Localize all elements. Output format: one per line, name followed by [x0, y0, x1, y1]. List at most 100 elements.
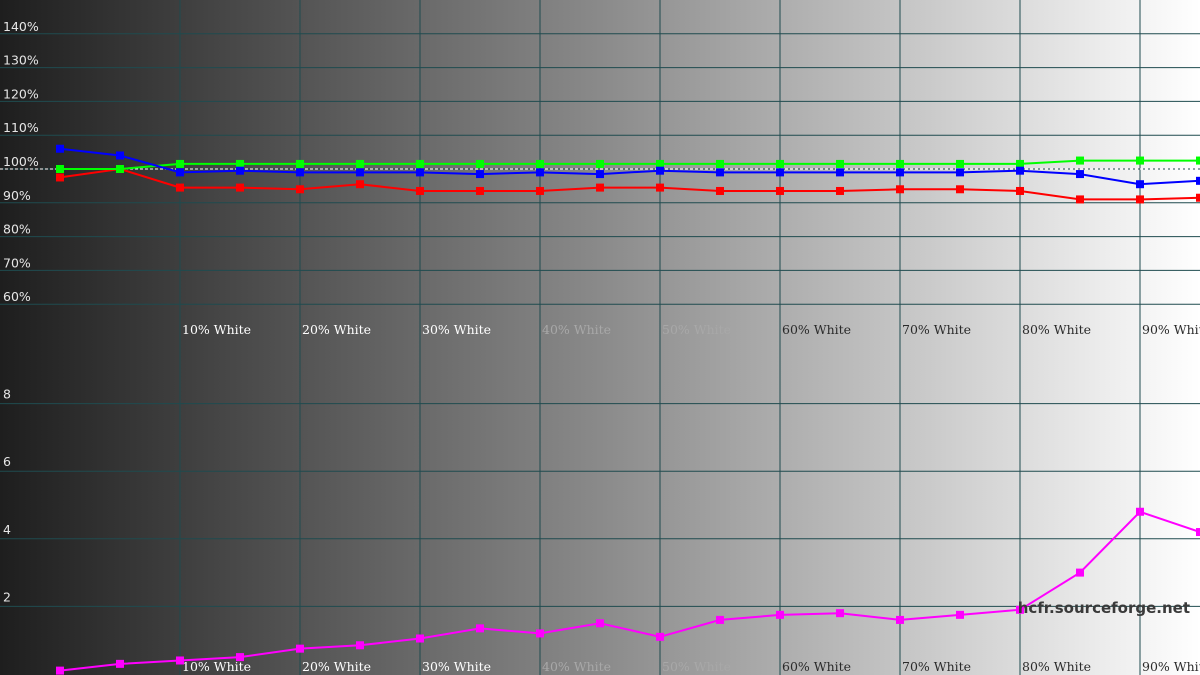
x-tick-label: 80% White [1022, 322, 1091, 337]
data-point-magenta [536, 629, 544, 638]
data-point-green [56, 165, 64, 173]
data-point-green [416, 159, 424, 168]
x-tick-label: 80% White [1022, 659, 1091, 674]
y-tick-label: 90% [3, 188, 31, 203]
x-tick-label: 40% White [542, 659, 611, 674]
data-point-magenta [176, 656, 184, 665]
data-point-blue [236, 166, 244, 175]
chart-svg: 60% 70% 80% 90% 100% 110% 120% 130% 140% 10% Whit… [0, 0, 1200, 675]
x-tick-label: 30% White [422, 659, 491, 674]
y-tick-label: 80% [3, 222, 31, 237]
data-point-red [836, 186, 844, 195]
y-tick-label: 6 [3, 454, 11, 469]
x-tick-label: 90% White [1142, 322, 1200, 337]
y-tick-label: 4 [3, 522, 11, 537]
data-point-magenta [596, 619, 604, 628]
data-point-red [476, 186, 484, 195]
x-tick-label: 60% White [782, 659, 851, 674]
data-point-red [236, 183, 244, 192]
data-point-blue [116, 151, 124, 160]
data-point-red [176, 183, 184, 192]
data-point-green [536, 159, 544, 168]
data-point-blue [776, 168, 784, 177]
y-tick-label: 140% [3, 19, 39, 34]
data-point-red [1136, 195, 1144, 204]
x-tick-label: 40% White [542, 322, 611, 337]
data-point-green [476, 159, 484, 168]
data-point-green [716, 159, 724, 168]
x-tick-label: 20% White [302, 659, 371, 674]
data-point-red [536, 186, 544, 195]
data-point-magenta [236, 653, 244, 662]
data-point-red [956, 185, 964, 194]
y-tick-label: 60% [3, 289, 31, 304]
data-point-magenta [296, 644, 304, 653]
data-point-green [116, 165, 124, 173]
x-tick-label: 20% White [302, 322, 371, 337]
data-point-blue [1136, 180, 1144, 189]
data-point-green [1196, 156, 1200, 165]
data-point-magenta [776, 610, 784, 619]
x-tick-label: 30% White [422, 322, 491, 337]
data-point-red [1196, 193, 1200, 202]
watermark-text: hcfr.sourceforge.net [1018, 599, 1190, 617]
data-point-green [176, 159, 184, 168]
data-point-blue [416, 168, 424, 177]
data-point-blue [1016, 166, 1024, 175]
data-point-blue [536, 168, 544, 177]
data-point-blue [836, 168, 844, 177]
y-tick-label: 2 [3, 589, 11, 604]
data-point-magenta [896, 615, 904, 624]
y-tick-label: 110% [3, 120, 39, 135]
data-point-green [1136, 156, 1144, 165]
data-point-green [836, 159, 844, 168]
data-point-blue [1196, 176, 1200, 185]
data-point-blue [956, 168, 964, 177]
data-point-magenta [956, 610, 964, 619]
x-tick-label: 70% White [902, 659, 971, 674]
data-point-green [1076, 156, 1084, 165]
data-point-green [956, 159, 964, 168]
data-point-magenta [1136, 507, 1144, 516]
x-tick-label: 70% White [902, 322, 971, 337]
data-point-magenta [1076, 568, 1084, 577]
y-tick-label: 8 [3, 387, 11, 402]
data-point-red [416, 186, 424, 195]
data-point-blue [356, 168, 364, 177]
data-point-red [356, 180, 364, 189]
gray-scale-chart: 60% 70% 80% 90% 100% 110% 120% 130% 140% 10% Whit… [0, 0, 1200, 675]
data-point-red [1076, 195, 1084, 204]
data-point-red [596, 183, 604, 192]
x-tick-label: 10% White [182, 322, 251, 337]
data-point-red [896, 185, 904, 194]
x-tick-label: 50% White [662, 322, 731, 337]
data-point-magenta [716, 615, 724, 624]
x-tick-label: 50% White [662, 659, 731, 674]
data-point-blue [296, 168, 304, 177]
data-point-magenta [356, 641, 364, 650]
data-point-blue [476, 170, 484, 179]
x-tick-label: 60% White [782, 322, 851, 337]
data-point-blue [716, 168, 724, 177]
data-point-red [716, 186, 724, 195]
data-point-red [296, 185, 304, 194]
data-point-blue [56, 144, 64, 153]
data-point-green [356, 159, 364, 168]
data-point-magenta [416, 634, 424, 643]
y-tick-label: 70% [3, 255, 31, 270]
data-point-green [596, 159, 604, 168]
data-point-green [776, 159, 784, 168]
data-point-blue [896, 168, 904, 177]
y-tick-label: 120% [3, 86, 39, 101]
data-point-blue [1076, 170, 1084, 179]
data-point-magenta [56, 666, 64, 675]
x-tick-label: 90% White [1142, 659, 1200, 674]
data-point-blue [656, 166, 664, 175]
data-point-magenta [656, 632, 664, 641]
x-tick-label: 10% White [182, 659, 251, 674]
data-point-red [1016, 186, 1024, 195]
data-point-magenta [476, 624, 484, 633]
y-tick-label: 130% [3, 53, 39, 68]
data-point-red [656, 183, 664, 192]
data-point-blue [176, 168, 184, 177]
